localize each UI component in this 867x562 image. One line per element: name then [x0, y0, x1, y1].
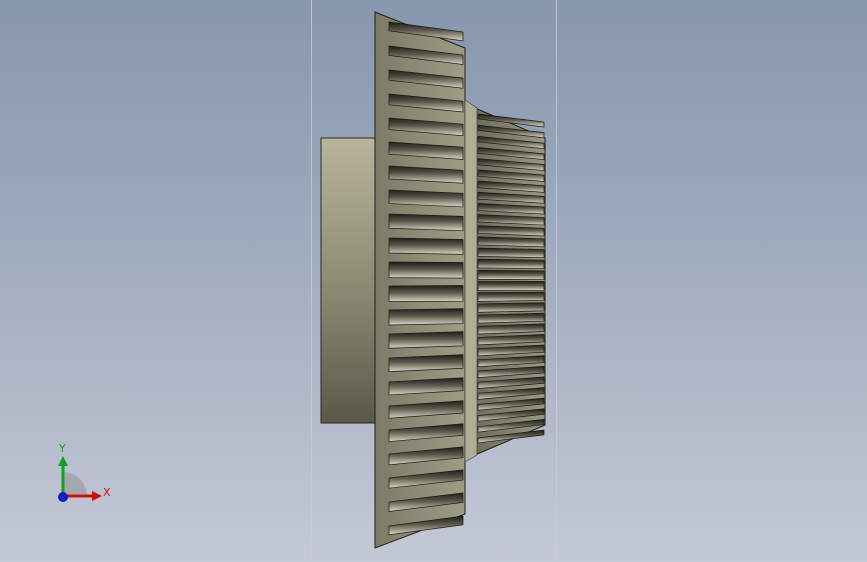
- x-axis-arrowhead: [92, 491, 102, 501]
- rear-tooth-slot: [477, 302, 545, 313]
- front-tooth-slot: [388, 237, 464, 255]
- rear-tooth-slot: [477, 312, 545, 324]
- y-axis-label: Y: [59, 442, 66, 455]
- axis-triad: Y X: [48, 440, 118, 510]
- front-tooth-slot: [388, 354, 464, 372]
- front-tooth-slot: [388, 308, 464, 326]
- rear-tooth-slot: [477, 291, 545, 302]
- front-tooth-slot: [388, 331, 464, 349]
- graphics-viewport[interactable]: Y X: [0, 0, 867, 562]
- gear-bevel-strip: [464, 99, 478, 463]
- x-axis-label: X: [103, 486, 111, 499]
- rear-tooth-slot: [477, 247, 545, 259]
- front-tooth-slot: [388, 261, 464, 279]
- rear-tooth-slot: [477, 270, 545, 280]
- gear-hub[interactable]: [320, 137, 378, 424]
- front-tooth-slot: [388, 213, 464, 232]
- z-axis-dot: [58, 492, 68, 502]
- y-axis-arrowhead: [58, 456, 68, 466]
- triad-quarter-arc: [63, 472, 87, 496]
- front-tooth-slot: [388, 285, 464, 303]
- gear-model[interactable]: [0, 0, 867, 562]
- rear-gear-teeth: [477, 113, 545, 444]
- rear-tooth-slot: [477, 280, 545, 291]
- front-tooth-slot: [388, 189, 464, 208]
- rear-tooth-slot: [477, 236, 545, 248]
- front-gear-body[interactable]: [374, 11, 466, 549]
- rear-tooth-slot: [477, 258, 545, 270]
